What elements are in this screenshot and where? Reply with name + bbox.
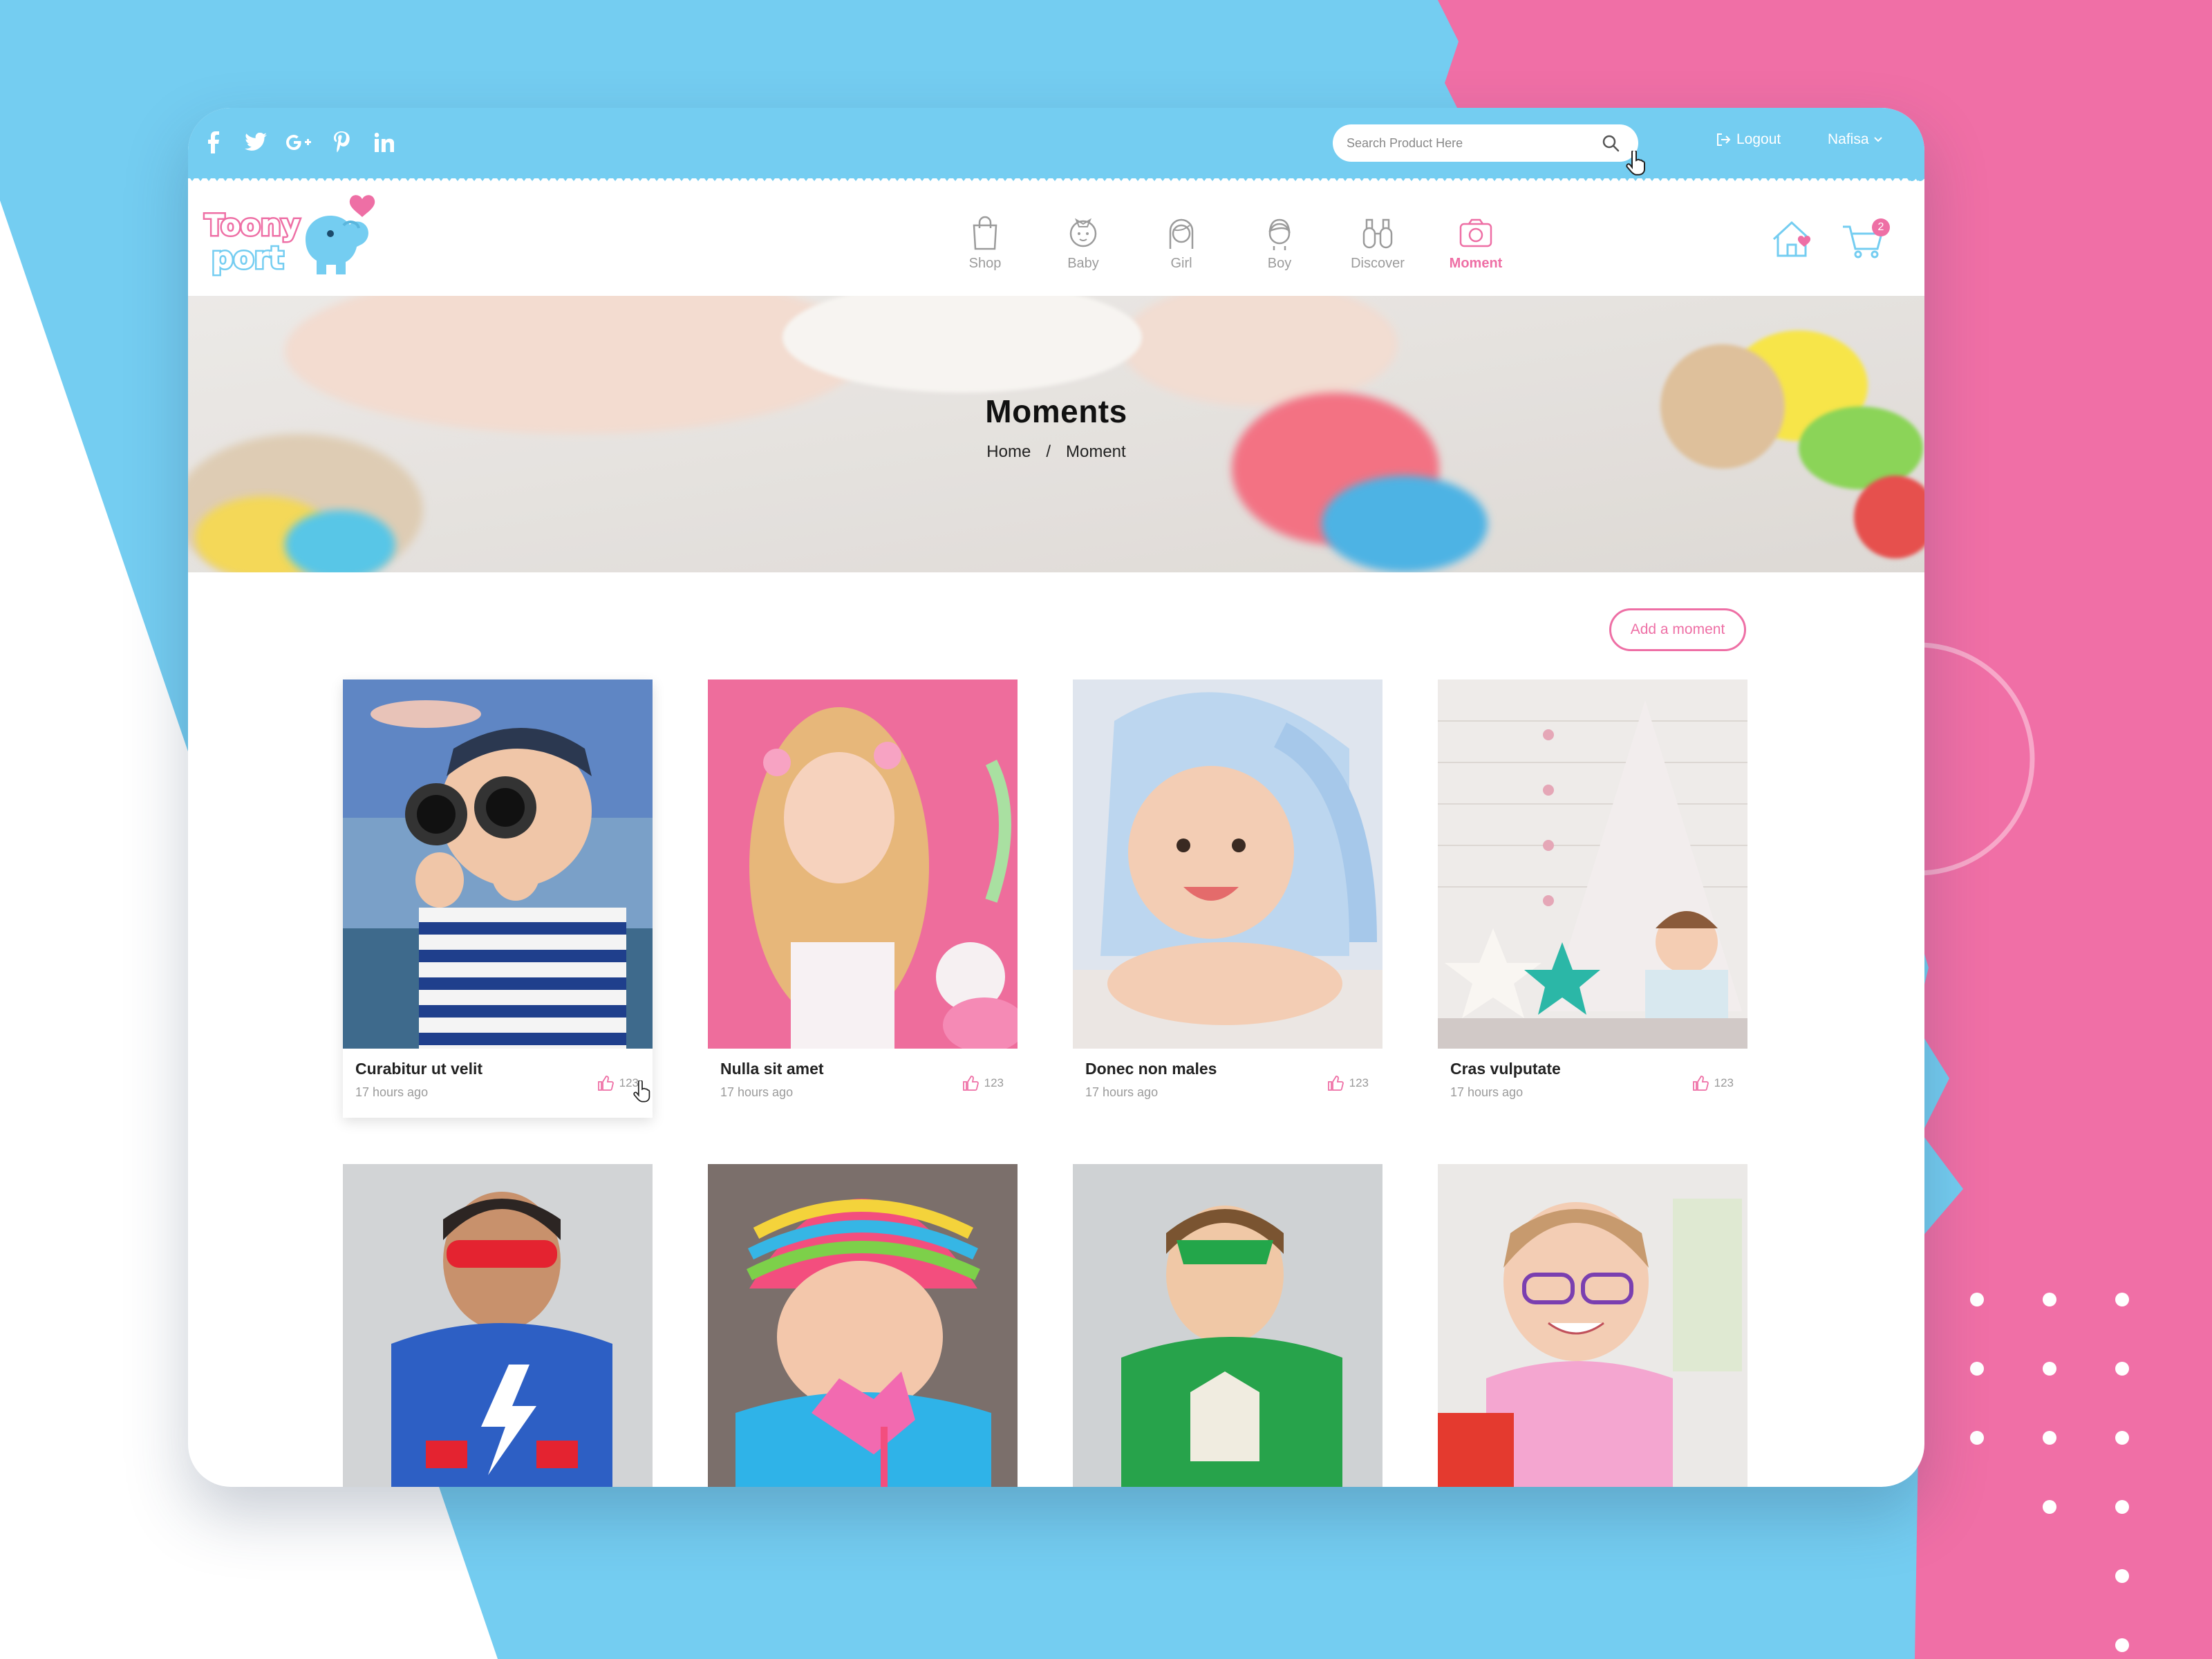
moment-card-footer: Nulla sit amet 17 hours ago 123 [708, 1049, 1018, 1118]
moment-photo [1073, 679, 1382, 1049]
like-button[interactable]: 123 [597, 1075, 639, 1091]
thumbs-up-icon [597, 1076, 614, 1091]
search-icon[interactable] [1597, 129, 1624, 157]
logout-icon [1717, 133, 1731, 146]
moment-photo [708, 1164, 1018, 1487]
facebook-icon[interactable] [199, 129, 227, 156]
nav-item-boy[interactable]: Boy [1230, 213, 1329, 272]
moment-card[interactable] [1438, 1164, 1747, 1487]
twitter-icon[interactable] [242, 129, 270, 156]
breadcrumb-separator: / [1046, 442, 1051, 461]
like-count: 123 [1714, 1076, 1734, 1089]
nav-item-moment[interactable]: Moment [1427, 213, 1525, 272]
user-name: Nafisa [1828, 131, 1869, 147]
pinterest-icon[interactable] [328, 129, 355, 156]
user-menu[interactable]: Nafisa [1828, 131, 1883, 148]
moment-card[interactable]: Cras vulputate 17 hours ago 123 [1438, 679, 1747, 1118]
top-bar: Logout Nafisa [188, 108, 1924, 178]
like-button[interactable]: 123 [1327, 1075, 1369, 1091]
main-navbar: Toony port Shop Baby Girl Boy Discover M… [188, 185, 1924, 296]
logout-label: Logout [1736, 131, 1781, 147]
nav-label-boy: Boy [1267, 256, 1292, 271]
boy-icon [1268, 218, 1291, 250]
cart-icon[interactable]: 2 [1841, 218, 1890, 260]
wishlist-home-icon[interactable] [1770, 218, 1818, 260]
toonyport-logo[interactable]: Toony port [202, 191, 388, 288]
like-count: 123 [984, 1076, 1004, 1089]
search-bar [1333, 124, 1638, 162]
logo-text-port: port [212, 241, 283, 276]
nav-item-baby[interactable]: Baby [1034, 213, 1132, 272]
moment-card[interactable] [1073, 1164, 1382, 1487]
moment-card[interactable]: Donec non males 17 hours ago 123 [1073, 679, 1382, 1118]
nav-label-girl: Girl [1170, 256, 1192, 271]
hero-banner: Moments Home / Moment [188, 296, 1924, 572]
moment-photo [708, 679, 1018, 1049]
like-count: 123 [619, 1076, 639, 1089]
camera-icon [1459, 218, 1492, 247]
nav-item-shop[interactable]: Shop [936, 213, 1034, 272]
chevron-down-icon [1873, 137, 1882, 142]
nav-label-baby: Baby [1067, 256, 1099, 271]
thumbs-up-icon [1692, 1076, 1709, 1091]
topbar-zigzag-border [188, 176, 1924, 182]
like-count: 123 [1349, 1076, 1369, 1089]
moment-photo [1438, 1164, 1747, 1487]
nav-item-discover[interactable]: Discover [1329, 213, 1427, 272]
moment-photo [343, 679, 653, 1049]
moment-card-footer: Cras vulputate 17 hours ago 123 [1438, 1049, 1747, 1118]
browser-window: Logout Nafisa Toony port Shop [188, 108, 1924, 1487]
search-input[interactable] [1347, 135, 1597, 151]
nav-label-moment: Moment [1449, 256, 1503, 271]
page-title: Moments [985, 393, 1127, 429]
cart-count-badge: 2 [1872, 218, 1890, 236]
nav-actions: 2 [1770, 218, 1890, 260]
like-button[interactable]: 123 [1692, 1075, 1734, 1091]
breadcrumb-current: Moment [1066, 442, 1126, 461]
thumbs-up-icon [962, 1076, 979, 1091]
girl-icon [1169, 218, 1194, 249]
binoculars-icon [1362, 218, 1393, 249]
breadcrumb: Home / Moment [188, 442, 1924, 462]
baby-icon [1069, 218, 1097, 247]
add-moment-button[interactable]: Add a moment [1609, 608, 1746, 651]
nav-item-girl[interactable]: Girl [1132, 213, 1230, 272]
hero-background-image [188, 296, 1924, 572]
breadcrumb-home[interactable]: Home [986, 442, 1031, 462]
nav-label-shop: Shop [968, 256, 1002, 271]
linkedin-icon[interactable] [371, 129, 398, 156]
google-plus-icon[interactable] [285, 129, 312, 156]
thumbs-up-icon [1327, 1076, 1344, 1091]
moment-photo [1438, 679, 1747, 1049]
nav-label-discover: Discover [1351, 256, 1405, 271]
moment-card[interactable] [343, 1164, 653, 1487]
social-links [199, 129, 398, 156]
moment-photo [343, 1164, 653, 1487]
moment-card-footer: Donec non males 17 hours ago 123 [1073, 1049, 1382, 1118]
logo-text-toony: Toony [205, 208, 300, 242]
moment-card-footer: Curabitur ut velit 17 hours ago 123 [343, 1049, 653, 1118]
logout-link[interactable]: Logout [1716, 131, 1781, 148]
moment-photo [1073, 1164, 1382, 1487]
like-button[interactable]: 123 [962, 1075, 1004, 1091]
moment-card[interactable]: Curabitur ut velit 17 hours ago 123 [343, 679, 653, 1118]
category-nav: Shop Baby Girl Boy Discover Moment [936, 213, 1525, 272]
bag-icon [973, 216, 997, 250]
moment-card[interactable] [708, 1164, 1018, 1487]
moment-card[interactable]: Nulla sit amet 17 hours ago 123 [708, 679, 1018, 1118]
